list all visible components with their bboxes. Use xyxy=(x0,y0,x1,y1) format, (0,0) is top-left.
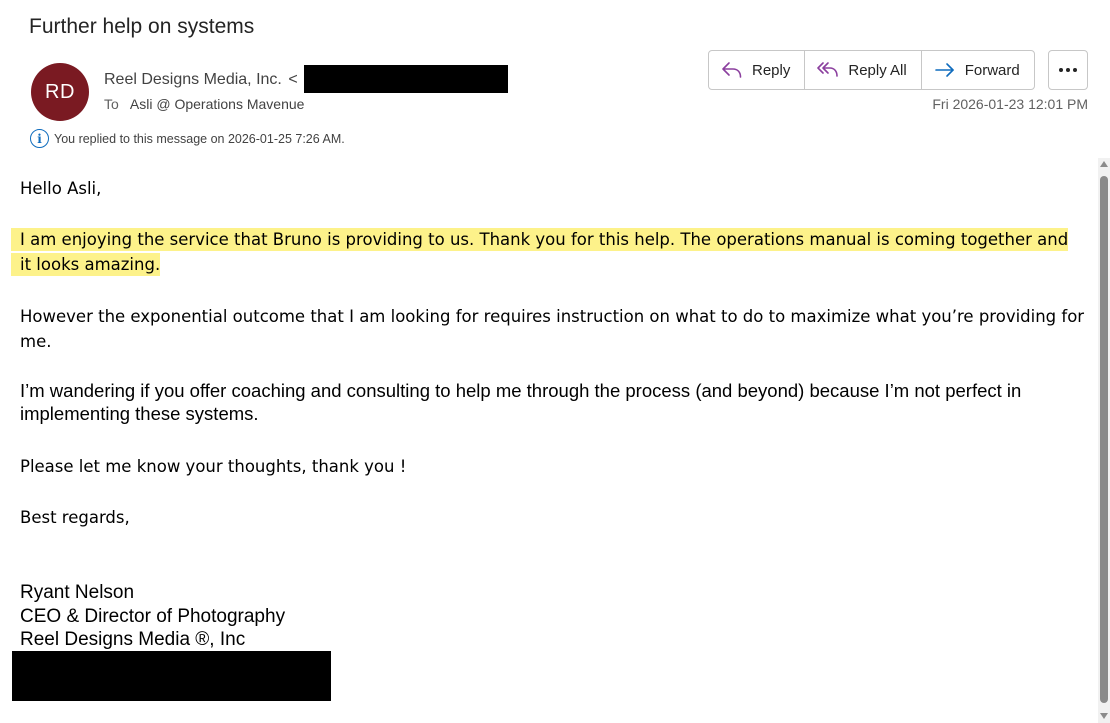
reply-all-icon xyxy=(817,62,839,77)
scroll-up-arrow-icon[interactable] xyxy=(1100,161,1108,167)
paragraph-4: Please let me know your thoughts, thank … xyxy=(20,457,407,476)
forward-button-label: Forward xyxy=(964,61,1020,79)
redacted-signature xyxy=(12,651,331,701)
scroll-down-arrow-icon[interactable] xyxy=(1100,713,1108,719)
forward-button[interactable]: Forward xyxy=(922,51,1034,89)
info-icon: i xyxy=(30,129,49,148)
highlighted-line-1: I am enjoying the service that Bruno is … xyxy=(20,228,1069,251)
sender-name[interactable]: Reel Designs Media, Inc. xyxy=(104,71,282,88)
signature-company: Reel Designs Media ®, Inc xyxy=(20,629,246,650)
signature-title: CEO & Director of Photography xyxy=(20,606,286,627)
forward-icon xyxy=(934,63,954,77)
sender-line: Reel Designs Media, Inc. < xyxy=(104,71,298,89)
more-options-button[interactable] xyxy=(1048,50,1088,90)
scrollbar-thumb[interactable] xyxy=(1100,176,1108,703)
email-subject: Further help on systems xyxy=(29,15,255,38)
reply-button[interactable]: Reply xyxy=(709,51,806,89)
to-label: To xyxy=(104,96,119,112)
paragraph-2: However the exponential outcome that I a… xyxy=(20,307,1085,351)
reply-all-button-label: Reply All xyxy=(848,61,907,79)
reply-all-button[interactable]: Reply All xyxy=(805,51,922,89)
reply-icon xyxy=(722,62,742,78)
highlighted-line-2: it looks amazing. xyxy=(20,253,161,276)
highlighted-paragraph: I am enjoying the service that Bruno is … xyxy=(20,227,1088,277)
redacted-sender-email xyxy=(304,65,508,93)
reply-info-bar: i You replied to this message on 2026-01… xyxy=(30,129,345,148)
vertical-scrollbar[interactable] xyxy=(1098,158,1110,723)
reply-button-label: Reply xyxy=(752,61,791,79)
signature-name: Ryant Nelson xyxy=(20,582,135,603)
greeting: Hello Asli, xyxy=(20,179,102,198)
avatar[interactable]: RD xyxy=(31,63,89,121)
recipient-name[interactable]: Asli @ Operations Mavenue xyxy=(130,96,305,112)
paragraph-3: I’m wandering if you offer coaching and … xyxy=(20,380,1022,424)
more-options-icon xyxy=(1059,68,1063,72)
received-date: Fri 2026-01-23 12:01 PM xyxy=(932,96,1088,112)
closing: Best regards, xyxy=(20,508,130,527)
message-actions: Reply Reply All Forward xyxy=(708,50,1035,90)
sender-email-bracket: < xyxy=(288,71,298,88)
reply-info-text: You replied to this message on 2026-01-2… xyxy=(54,131,345,146)
recipient-line: To Asli @ Operations Mavenue xyxy=(104,96,304,112)
